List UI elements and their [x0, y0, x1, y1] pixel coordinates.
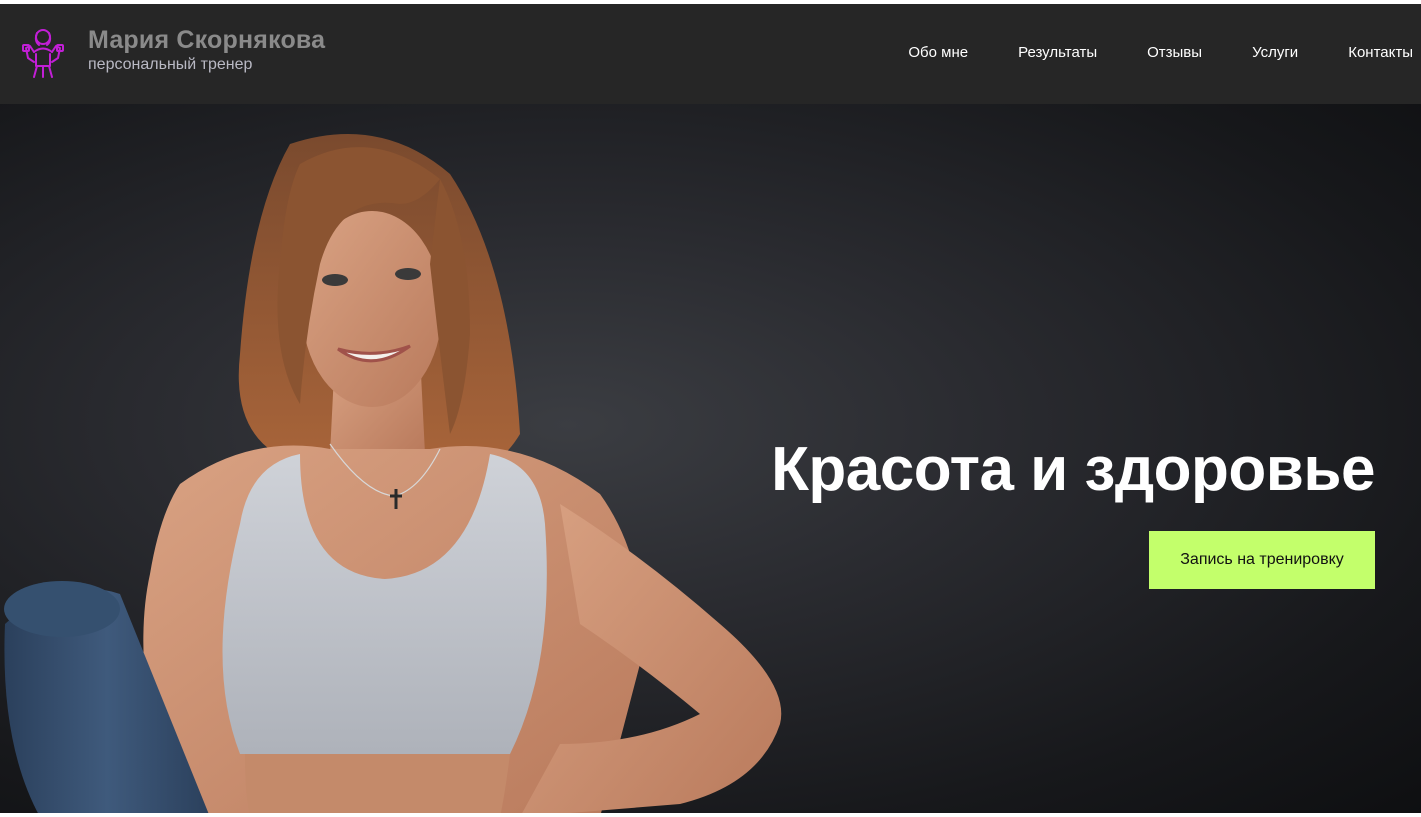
bottom-strip: [0, 813, 1421, 817]
hero-section: Красота и здоровье Запись на тренировку: [0, 104, 1421, 817]
trainer-icon[interactable]: [16, 24, 70, 78]
nav-item-about[interactable]: Обо мне: [908, 44, 968, 61]
brand-name: Мария Скорнякова: [88, 26, 326, 54]
brand-subtitle: персональный тренер: [88, 56, 253, 73]
nav-item-services[interactable]: Услуги: [1252, 44, 1298, 61]
main-nav: Обо мне Результаты Отзывы Услуги Контакт…: [858, 44, 1413, 61]
brand[interactable]: Мария Скорнякова персональный тренер: [88, 26, 325, 75]
nav-item-reviews[interactable]: Отзывы: [1147, 44, 1202, 61]
hero-photo: [4, 134, 782, 817]
hero-title: Красота и здоровье: [771, 435, 1375, 504]
nav-item-contacts[interactable]: Контакты: [1348, 44, 1413, 61]
site-header: Мария Скорнякова персональный тренер Обо…: [0, 4, 1421, 104]
book-training-button[interactable]: Запись на тренировку: [1149, 531, 1375, 589]
nav-item-results[interactable]: Результаты: [1018, 44, 1097, 61]
